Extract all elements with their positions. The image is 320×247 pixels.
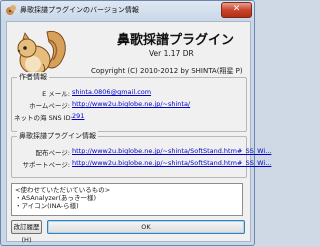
email-link[interactable]: shinta.0806@gmail.com bbox=[72, 88, 151, 96]
credits-line: ・ASAnalyzer(あっき一様) bbox=[15, 194, 97, 202]
homepage-label: ホームページ: bbox=[29, 102, 70, 110]
app-icon bbox=[6, 5, 16, 15]
window-title: 鼻歌採譜プラグインのバージョン情報 bbox=[20, 6, 139, 14]
distribution-label: 配布ページ: bbox=[35, 149, 70, 157]
homepage-link[interactable]: http://www2u.biglobe.ne.jp/~shinta/ bbox=[72, 100, 190, 108]
sns-id-label: ネットの海 SNS ID: bbox=[14, 114, 73, 122]
plugin-info-legend: 鼻歌採譜プラグイン情報 bbox=[17, 131, 98, 141]
sns-id-link[interactable]: 291 bbox=[72, 112, 84, 120]
dialog-body: 鼻歌採譜プラグイン Ver 1.17 DR Copyright (C) 2010… bbox=[6, 21, 271, 244]
author-info-legend: 作者情報 bbox=[17, 72, 49, 82]
copyright-label: Copyright (C) 2010-2012 by SHINTA(翔星 P) bbox=[91, 67, 243, 75]
revision-history-button[interactable]: 改訂履歴(H) bbox=[11, 220, 42, 244]
email-label: E メール: bbox=[42, 90, 70, 98]
plugin-info-group: 鼻歌採譜プラグイン情報 配布ページ: http://www2u.biglobe.… bbox=[11, 131, 271, 178]
about-dialog: 鼻歌採譜プラグインのバージョン情報 ✕ 鼻歌採譜プラグイン Ver 1.17 D… bbox=[0, 0, 271, 246]
version-label: Ver 1.17 DR bbox=[149, 49, 194, 58]
support-link[interactable]: http://www2u.biglobe.ne.jp/~shinta/SoftS… bbox=[72, 159, 271, 167]
credits-line: ・アイコン(INA-ら様) bbox=[15, 202, 79, 210]
author-info-group: 作者情報 E メール: shinta.0806@gmail.com ホームページ… bbox=[11, 72, 247, 132]
credits-box[interactable]: <使わせていただいているもの> ・ASAnalyzer(あっき一様) ・アイコン… bbox=[11, 183, 243, 216]
ok-button[interactable]: OK bbox=[47, 220, 245, 234]
support-label: サポートページ: bbox=[22, 161, 70, 169]
credits-line: <使わせていただいているもの> bbox=[15, 186, 111, 194]
title-bar[interactable]: 鼻歌採譜プラグインのバージョン情報 ✕ bbox=[1, 1, 254, 20]
distribution-link[interactable]: http://www2u.biglobe.ne.jp/~shinta/SoftS… bbox=[72, 147, 271, 155]
app-name: 鼻歌採譜プラグイン bbox=[117, 33, 235, 48]
close-button[interactable]: ✕ bbox=[221, 2, 252, 18]
